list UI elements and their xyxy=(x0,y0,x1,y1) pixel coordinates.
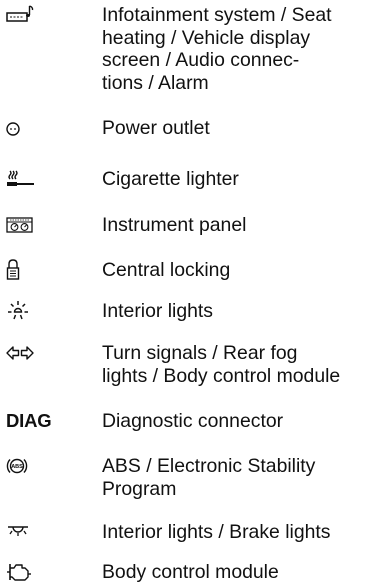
legend-label: ABS / Electronic Stability Program xyxy=(102,455,316,500)
legend-label: Power outlet xyxy=(102,117,210,139)
central-locking-icon xyxy=(6,259,54,281)
brake-light-icon xyxy=(6,521,54,543)
turn-signal-arrows-icon xyxy=(6,342,54,364)
cigarette-lighter-icon xyxy=(6,168,54,190)
fuse-symbol-legend: Infotainment system / Seat heating / Veh… xyxy=(0,0,392,587)
legend-label: Interior lights / Brake lights xyxy=(102,521,331,543)
legend-label: Turn signals / Rear fog lights / Body co… xyxy=(102,342,341,387)
legend-label: Central locking xyxy=(102,259,231,281)
legend-label: Diagnostic connector xyxy=(102,410,284,432)
interior-light-icon xyxy=(6,300,54,322)
body-control-module-icon xyxy=(6,561,54,583)
legend-label: Infotainment system / Seat heating / Veh… xyxy=(102,4,332,94)
diag-text: DIAG xyxy=(6,410,54,432)
power-outlet-icon xyxy=(6,117,54,139)
svg-text:ABS: ABS xyxy=(11,464,23,470)
diag-symbol-text: DIAG xyxy=(6,410,52,431)
abs-icon: ABS xyxy=(6,455,54,477)
legend-label: Interior lights xyxy=(102,300,214,322)
infotainment-note-icon xyxy=(6,4,54,26)
instrument-panel-icon xyxy=(6,214,54,236)
legend-label: Body control module xyxy=(102,561,279,583)
legend-label: Cigarette lighter xyxy=(102,168,239,190)
legend-label: Instrument panel xyxy=(102,214,247,236)
